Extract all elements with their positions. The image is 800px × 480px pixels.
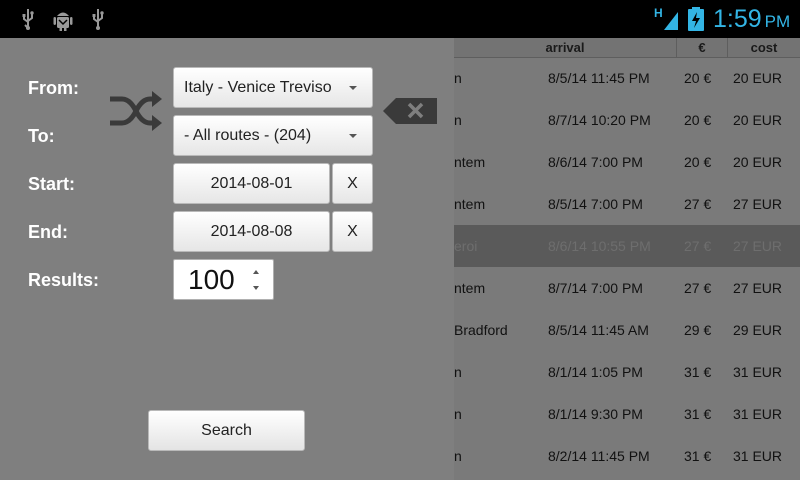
clear-start-date-button[interactable]: X	[332, 163, 373, 204]
route-name-cell: ntem	[454, 280, 486, 296]
arrival-cell: 8/6/14 10:55 PM	[548, 238, 651, 254]
from-station-spinner[interactable]: Italy - Venice Treviso	[173, 67, 373, 108]
route-name-cell: n	[454, 112, 462, 128]
table-row[interactable]: n 8/7/14 10:20 PM 20 € 20 EUR	[454, 99, 800, 141]
backspace-clear-icon[interactable]	[382, 96, 438, 126]
table-row[interactable]: Bradford 8/5/14 11:45 AM 29 € 29 EUR	[454, 309, 800, 351]
table-row[interactable]: ntem 8/6/14 7:00 PM 20 € 20 EUR	[454, 141, 800, 183]
arrival-cell: 8/6/14 7:00 PM	[548, 154, 643, 170]
signal-hspa-icon: H	[654, 6, 678, 30]
price-eur-cell: 31 €	[684, 364, 712, 380]
column-header-eur[interactable]: €	[676, 38, 727, 58]
cost-cell: 20 EUR	[733, 112, 783, 128]
column-header-arrival[interactable]: arrival	[454, 38, 676, 58]
clear-end-date-button[interactable]: X	[332, 211, 373, 252]
start-label: Start:	[28, 174, 76, 194]
clock-time: 1:59	[713, 5, 762, 33]
price-eur-cell: 20 €	[684, 112, 712, 128]
results-count-value: 100	[188, 264, 235, 295]
usb-icon	[22, 9, 34, 30]
arrival-cell: 8/5/14 11:45 AM	[548, 322, 649, 338]
table-header: arrival € cost	[454, 38, 800, 58]
results-count-input[interactable]: 100	[173, 259, 274, 300]
usb-icon	[92, 9, 104, 30]
route-name-cell: eroi	[454, 238, 478, 254]
cost-cell: 27 EUR	[733, 280, 783, 296]
to-route-spinner[interactable]: - All routes - (204)	[173, 115, 373, 156]
clock: 1:59 PM	[713, 4, 790, 37]
to-route-value: - All routes - (204)	[184, 127, 312, 144]
cost-cell: 29 EUR	[733, 322, 783, 338]
battery-charging-icon	[688, 7, 704, 31]
route-name-cell: n	[454, 448, 462, 464]
cost-cell: 27 EUR	[733, 196, 783, 212]
to-label: To:	[28, 126, 55, 146]
results-table: arrival € cost n 8/5/14 11:45 PM 20 € 20 EU…	[454, 38, 800, 480]
price-eur-cell: 31 €	[684, 448, 712, 464]
from-label: From:	[28, 78, 79, 98]
route-name-cell: ntem	[454, 154, 486, 170]
arrival-cell: 8/1/14 9:30 PM	[548, 406, 643, 422]
cost-cell: 31 EUR	[733, 448, 783, 464]
arrival-cell: 8/7/14 7:00 PM	[548, 280, 643, 296]
price-eur-cell: 20 €	[684, 70, 712, 86]
route-name-cell: n	[454, 406, 462, 422]
arrival-cell: 8/2/14 11:45 PM	[548, 448, 650, 464]
route-name-cell: Bradford	[454, 322, 508, 338]
table-row[interactable]: ntem 8/5/14 7:00 PM 27 € 27 EUR	[454, 183, 800, 225]
price-eur-cell: 31 €	[684, 406, 712, 422]
table-row[interactable]: ntem 8/7/14 7:00 PM 27 € 27 EUR	[454, 267, 800, 309]
cost-cell: 27 EUR	[733, 238, 783, 254]
arrival-cell: 8/5/14 11:45 PM	[548, 70, 650, 86]
from-station-value: Italy - Venice Treviso	[184, 79, 332, 96]
decrement-icon[interactable]	[253, 286, 259, 290]
arrival-cell: 8/1/14 1:05 PM	[548, 364, 643, 380]
route-name-cell: n	[454, 364, 462, 380]
cost-cell: 31 EUR	[733, 364, 783, 380]
table-row[interactable]: n 8/2/14 11:45 PM 31 € 31 EUR	[454, 435, 800, 477]
price-eur-cell: 20 €	[684, 154, 712, 170]
svg-text:H: H	[654, 6, 663, 20]
results-label: Results:	[28, 270, 100, 290]
price-eur-cell: 29 €	[684, 322, 712, 338]
search-filter-panel: From: Italy - Venice Treviso To: - All r…	[0, 38, 454, 480]
clock-ampm: PM	[764, 12, 791, 31]
route-name-cell: n	[454, 70, 462, 86]
table-row[interactable]: n 8/1/14 9:30 PM 31 € 31 EUR	[454, 393, 800, 435]
table-row[interactable]: n 8/1/14 1:05 PM 31 € 31 EUR	[454, 351, 800, 393]
end-date-button[interactable]: 2014-08-08	[173, 211, 330, 252]
chevron-down-icon	[349, 86, 357, 90]
end-label: End:	[28, 222, 68, 242]
column-header-cost[interactable]: cost	[727, 38, 800, 58]
price-eur-cell: 27 €	[684, 238, 712, 254]
price-eur-cell: 27 €	[684, 280, 712, 296]
cost-cell: 31 EUR	[733, 406, 783, 422]
table-row[interactable]: n 8/5/14 11:45 PM 20 € 20 EUR	[454, 57, 800, 99]
arrival-cell: 8/5/14 7:00 PM	[548, 196, 643, 212]
price-eur-cell: 27 €	[684, 196, 712, 212]
table-row[interactable]: eroi 8/6/14 10:55 PM 27 € 27 EUR	[454, 225, 800, 267]
status-bar: H 1:59 PM	[0, 0, 800, 38]
start-date-button[interactable]: 2014-08-01	[173, 163, 330, 204]
cost-cell: 20 EUR	[733, 70, 783, 86]
increment-icon[interactable]	[253, 270, 259, 274]
route-name-cell: ntem	[454, 196, 486, 212]
arrival-cell: 8/7/14 10:20 PM	[548, 112, 651, 128]
shuffle-icon[interactable]	[108, 91, 164, 131]
search-button[interactable]: Search	[148, 410, 305, 451]
chevron-down-icon	[349, 134, 357, 138]
android-debug-icon	[53, 12, 73, 31]
cost-cell: 20 EUR	[733, 154, 783, 170]
